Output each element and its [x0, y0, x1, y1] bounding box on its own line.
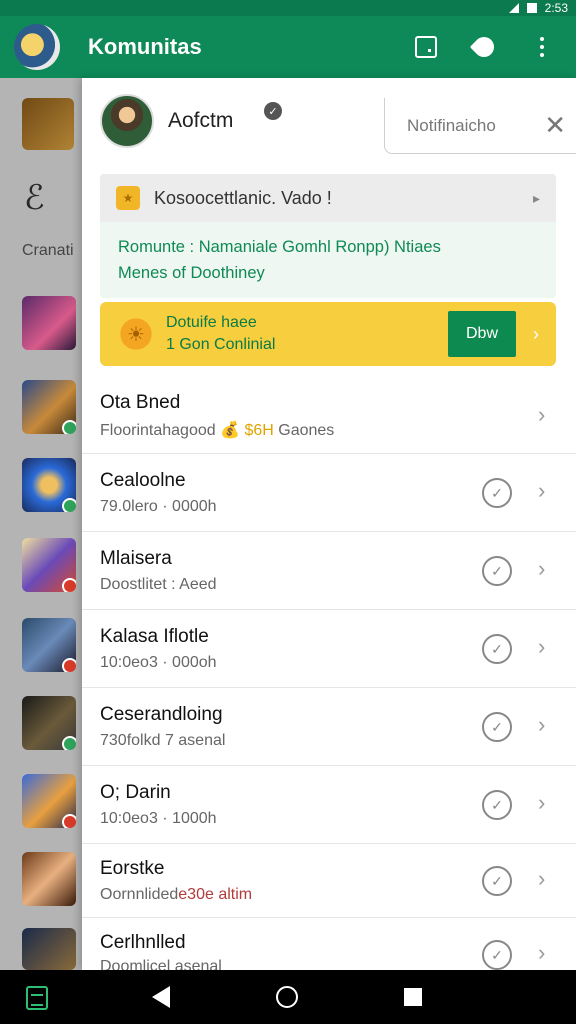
signal-icon	[508, 3, 519, 13]
promo-banner[interactable]: ☀ Dotuife haee 1 Gon Conlinial Dbw ›	[100, 302, 556, 366]
home-icon[interactable]	[276, 986, 298, 1008]
chevron-right-icon: ›	[538, 712, 546, 737]
check-circle-icon[interactable]: ✓	[482, 556, 512, 586]
status-bar: 2:53	[0, 0, 576, 16]
promo-button[interactable]: Dbw	[448, 311, 516, 357]
announcement-header: ★ Kosoocettlanic. Vado ! ▸	[100, 174, 556, 222]
verified-icon: ✓	[264, 102, 282, 120]
chevron-right-icon: ▸	[532, 189, 540, 206]
thumbnail	[22, 696, 76, 750]
thumbnail	[22, 928, 76, 970]
list-item[interactable]: Ceserandloing 730folkd 7 asenal ✓ ›	[82, 688, 576, 766]
promo-line: 1 Gon Conlinial	[166, 336, 276, 353]
item-subtitle-suffix: Gaones	[278, 422, 335, 439]
item-subtitle-accent: e30e altim	[178, 886, 253, 903]
ping-pong-button[interactable]	[469, 32, 499, 62]
item-title: O; Darin	[100, 782, 171, 803]
chevron-right-icon: ›	[538, 402, 546, 427]
thumbnail	[22, 618, 76, 672]
item-subtitle-text: Oornnlided	[100, 886, 179, 903]
item-subtitle: 730folkd 7 asenal	[100, 732, 226, 749]
chevron-right-icon: ›	[538, 790, 546, 815]
chevron-right-icon[interactable]: ›	[516, 324, 556, 345]
list-item[interactable]: Cealoolne 79.0lero · 0000h ✓ ›	[82, 454, 576, 532]
announcement-line: Romunte : Namaniale Gomhl Ronpp) Ntiaes	[118, 238, 441, 256]
back-icon[interactable]	[152, 986, 170, 1008]
profile-header[interactable]: Aofctm	[100, 94, 233, 148]
app-logo	[14, 24, 60, 70]
item-title: Mlaisera	[100, 548, 172, 569]
item-title: Eorstke	[100, 858, 165, 879]
announcement-title: Kosoocettlanic. Vado !	[154, 187, 332, 208]
promo-text: Dotuife haee 1 Gon Conlinial	[166, 312, 275, 356]
thumbnail	[22, 774, 76, 828]
chevron-right-icon: ›	[538, 478, 546, 503]
thumbnail	[22, 538, 76, 592]
promo-line: Dotuife haee	[166, 314, 257, 331]
paddle-icon	[469, 32, 499, 62]
item-subtitle: 79.0lero · 0000h	[100, 498, 217, 515]
check-circle-icon[interactable]: ✓	[482, 478, 512, 508]
trophy-icon: ★	[116, 186, 140, 210]
list-item[interactable]: Kalasa Iflotle 10:0eo3 · 000oh ✓ ›	[82, 610, 576, 688]
item-subtitle: Doostlitet : Aeed	[100, 576, 217, 593]
list-item[interactable]: O; Darin 10:0eo3 · 1000h ✓ ›	[82, 766, 576, 844]
item-title: Ota Bned	[100, 392, 181, 413]
close-icon[interactable]: ✕	[544, 110, 566, 141]
profile-name: Aofctm	[168, 109, 234, 132]
item-subtitle: Doomlicel asenal	[100, 958, 222, 970]
list-item[interactable]: Eorstke Oornnlidede30e altim ✓ ›	[82, 844, 576, 918]
app-title: Komunitas	[88, 34, 202, 59]
chevron-right-icon: ›	[538, 634, 546, 659]
item-subtitle: 10:0eo3 · 1000h	[100, 810, 217, 827]
item-subtitle: Oornnlidede30e altim	[100, 886, 252, 904]
square-icon	[415, 36, 437, 58]
recents-icon[interactable]	[404, 988, 422, 1006]
thumbnail	[22, 458, 76, 512]
item-subtitle: Floorintahagood 💰 $6H Gaones	[100, 420, 334, 440]
scrim[interactable]	[0, 78, 82, 970]
check-circle-icon[interactable]: ✓	[482, 634, 512, 664]
item-title: Cealoolne	[100, 470, 186, 491]
sun-badge-icon: ☀	[116, 314, 156, 354]
check-circle-icon[interactable]: ✓	[482, 866, 512, 896]
item-title: Ceserandloing	[100, 704, 223, 725]
app-switch-icon[interactable]	[26, 986, 48, 1010]
item-subtitle: 10:0eo3 · 000oh	[100, 654, 217, 671]
list-item[interactable]: Ota Bned Floorintahagood 💰 $6H Gaones ›	[82, 378, 576, 454]
item-subtitle-text: Floorintahagood	[100, 422, 216, 439]
avatar	[100, 94, 154, 148]
thumbnail	[22, 852, 76, 906]
status-time: 2:53	[544, 1, 568, 15]
check-circle-icon[interactable]: ✓	[482, 712, 512, 742]
coin-amount: 💰 $6H	[220, 422, 274, 439]
more-vertical-icon	[540, 37, 544, 57]
chevron-right-icon: ›	[538, 866, 546, 891]
thumbnail	[22, 380, 76, 434]
chevron-right-icon: ›	[538, 940, 546, 965]
item-title: Kalasa Iflotle	[100, 626, 209, 647]
community-panel: Aofctm ✓ Notifinaicho ✕ ★ Kosoocettlanic…	[82, 78, 576, 970]
announcement-card[interactable]: ★ Kosoocettlanic. Vado ! ▸ Romunte : Nam…	[100, 174, 556, 298]
notification-label: Notifinaicho	[407, 115, 496, 135]
system-nav-bar	[0, 970, 576, 1024]
chevron-right-icon: ›	[538, 556, 546, 581]
battery-icon	[526, 3, 537, 13]
announcement-line: Menes of Doothiney	[118, 264, 265, 282]
notification-header: Notifinaicho ✕	[384, 98, 576, 154]
list-item[interactable]: Cerlhnlled Doomlicel asenal ✓ ›	[82, 918, 576, 970]
item-title: Cerlhnlled	[100, 932, 186, 953]
list-item[interactable]: Mlaisera Doostlitet : Aeed ✓ ›	[82, 532, 576, 610]
check-circle-icon[interactable]: ✓	[482, 940, 512, 970]
square-button[interactable]	[414, 35, 438, 59]
more-menu-button[interactable]	[530, 35, 554, 59]
announcement-body: Romunte : Namaniale Gomhl Ronpp) Ntiaes …	[100, 222, 556, 298]
thumbnail	[22, 296, 76, 350]
check-circle-icon[interactable]: ✓	[482, 790, 512, 820]
app-bar: Komunitas	[0, 16, 576, 78]
